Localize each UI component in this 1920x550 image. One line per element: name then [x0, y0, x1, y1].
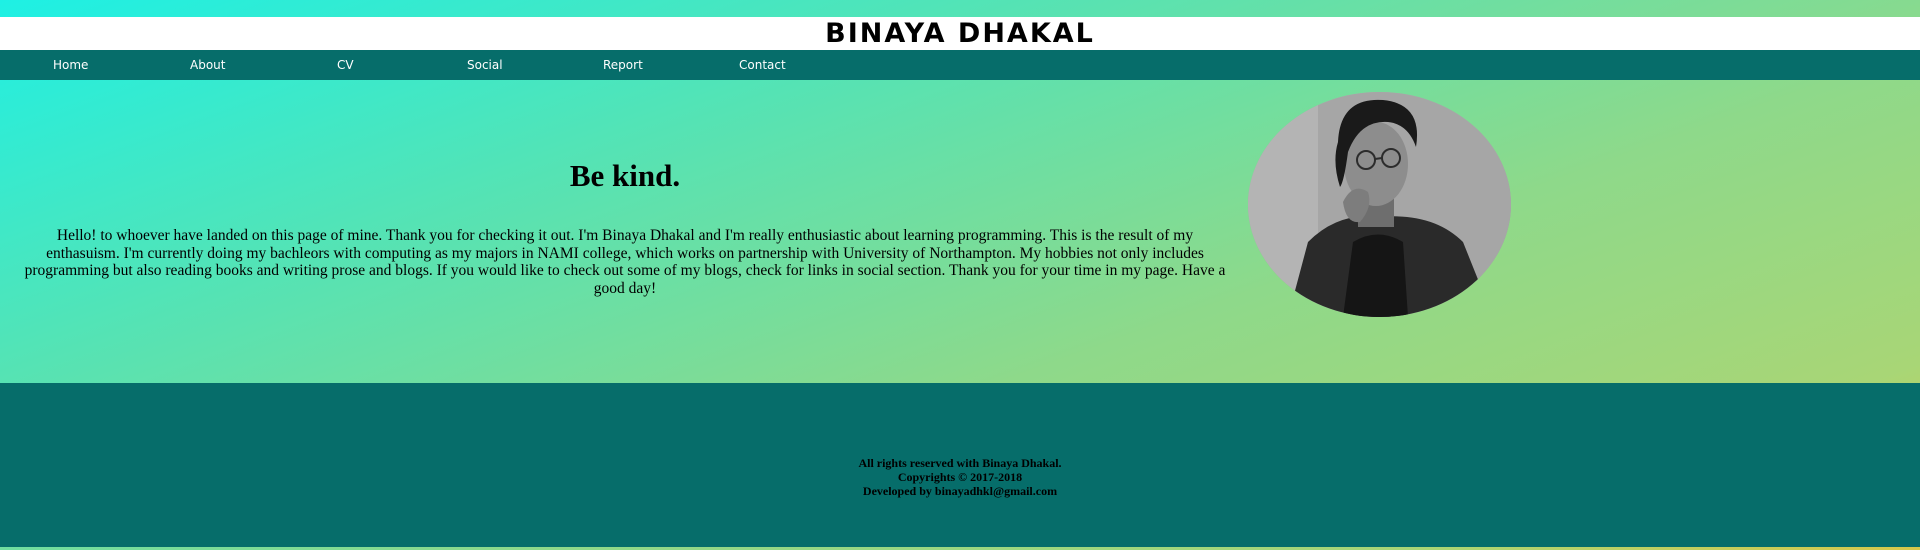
- nav-item-contact[interactable]: Contact: [739, 50, 786, 80]
- footer-text-block: All rights reserved with Binaya Dhakal. …: [0, 456, 1920, 498]
- nav-item-report[interactable]: Report: [603, 50, 643, 80]
- footer-copyright: Copyrights © 2017-2018: [897, 470, 1023, 484]
- intro-paragraph: Hello! to whoever have landed on this pa…: [24, 227, 1226, 297]
- footer-rights: All rights reserved with Binaya Dhakal.: [858, 456, 1062, 470]
- footer-developer: Developed by binayadhkl@gmail.com: [862, 484, 1058, 498]
- page-heading: Be kind.: [569, 158, 681, 193]
- main-nav: Home About CV Social Report Contact: [0, 50, 1920, 80]
- nav-item-home[interactable]: Home: [53, 50, 88, 80]
- main-content: Be kind. Hello! to whoever have landed o…: [0, 80, 1920, 383]
- nav-item-about[interactable]: About: [190, 50, 225, 80]
- intro-section: Be kind. Hello! to whoever have landed o…: [20, 80, 1230, 297]
- site-header: BINAYA DHAKAL: [0, 17, 1920, 50]
- profile-photo-image: [1248, 92, 1511, 317]
- site-footer: All rights reserved with Binaya Dhakal. …: [0, 383, 1920, 547]
- profile-photo: [1248, 92, 1511, 317]
- site-title: BINAYA DHAKAL: [825, 18, 1095, 49]
- nav-item-social[interactable]: Social: [467, 50, 503, 80]
- nav-item-cv[interactable]: CV: [337, 50, 354, 80]
